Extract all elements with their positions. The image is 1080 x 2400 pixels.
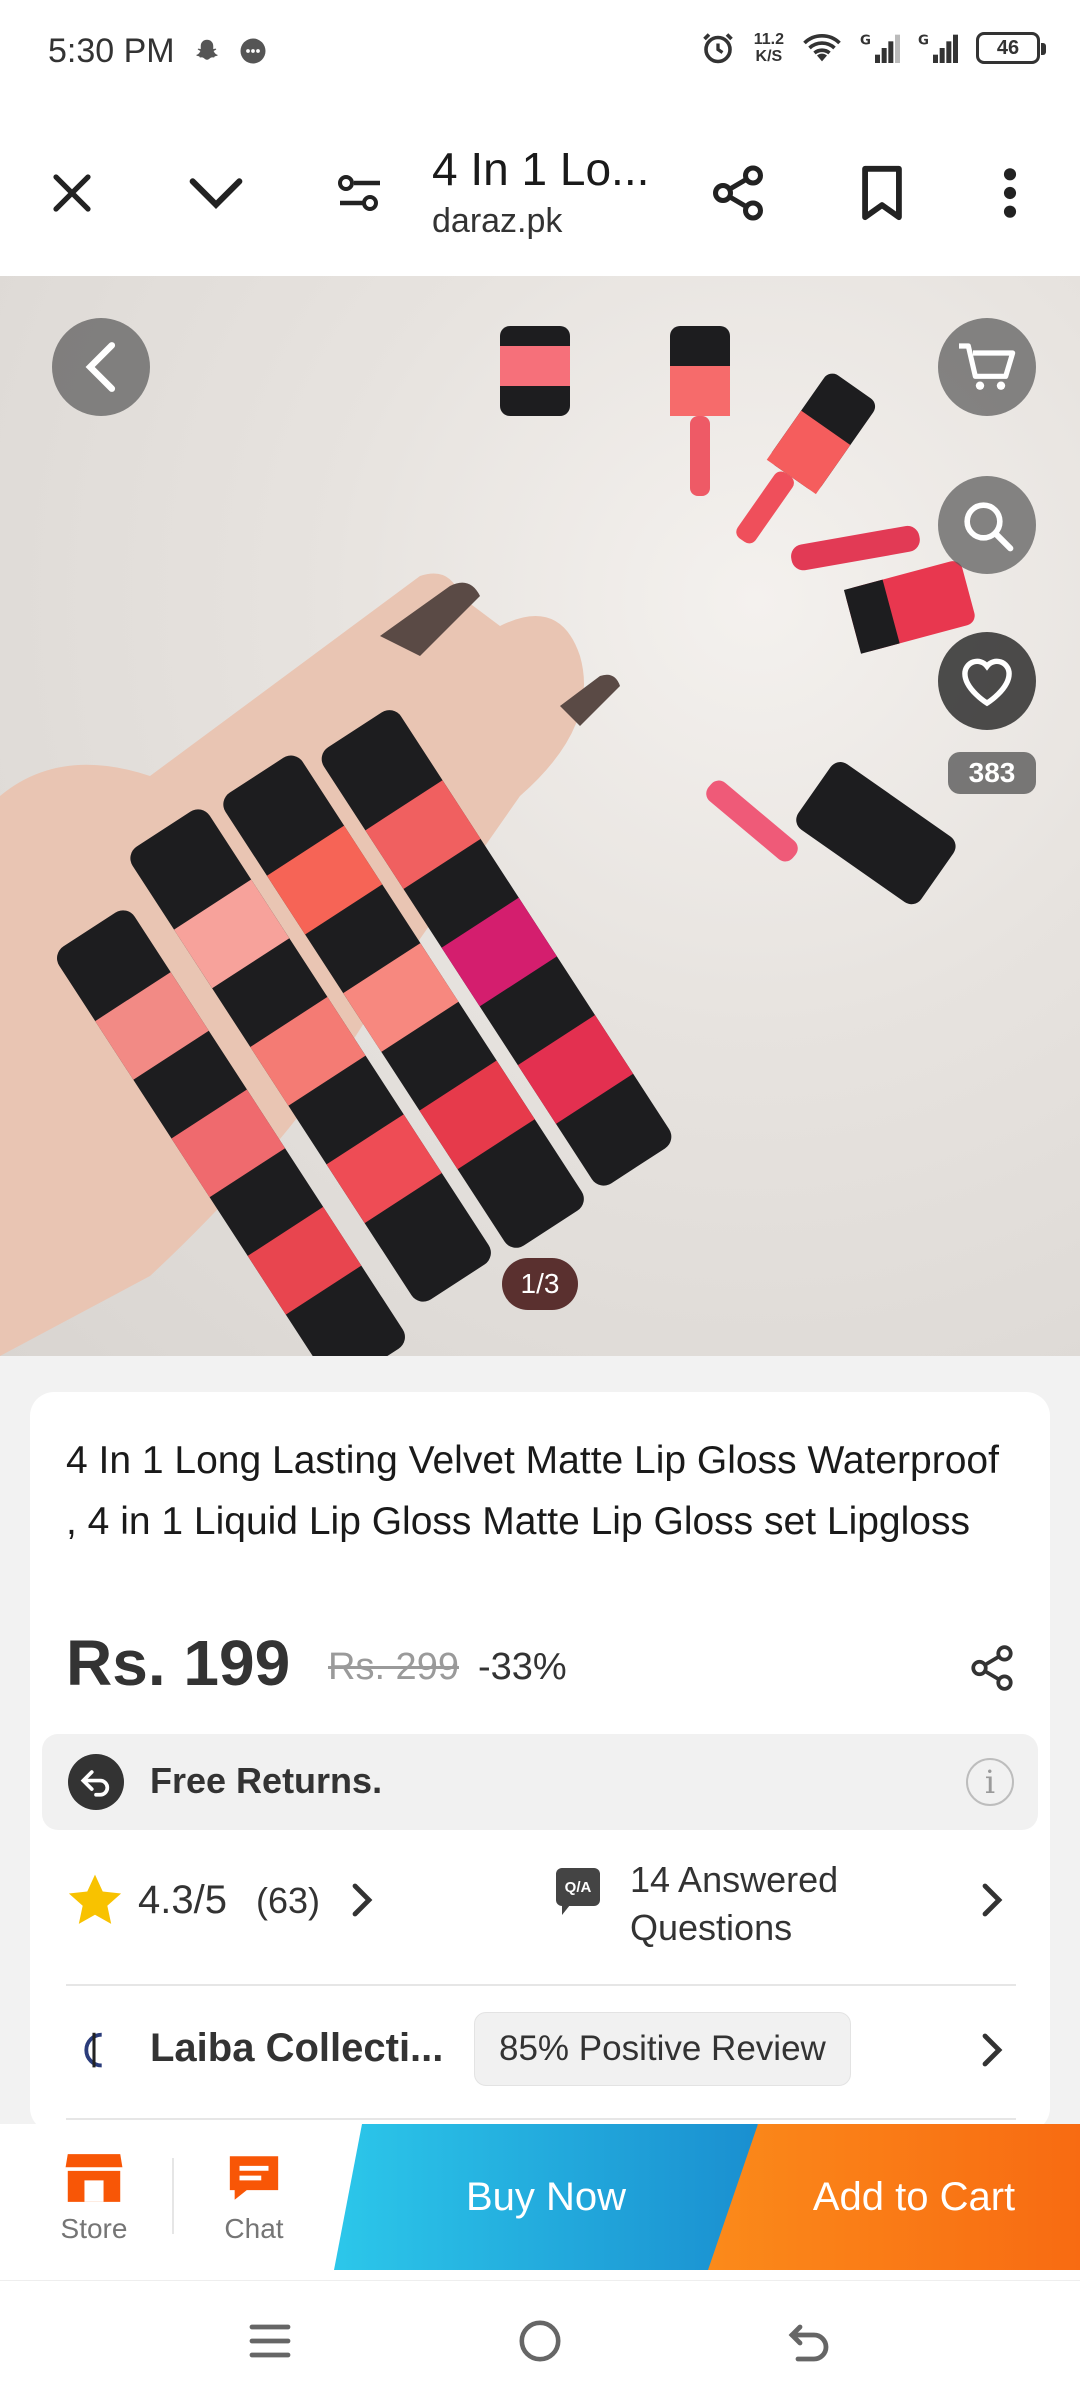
positive-review-badge: 85% Positive Review — [474, 2012, 851, 2086]
divider — [66, 1984, 1016, 1986]
seller-logo — [66, 2024, 122, 2080]
signal-icon: G — [860, 34, 900, 63]
site-settings-button[interactable] — [320, 153, 400, 233]
more-vert-icon — [1003, 168, 1017, 218]
cart-icon — [959, 343, 1016, 390]
svg-text:G: G — [918, 34, 929, 49]
product-price: Rs. 199 — [66, 1627, 291, 1699]
chevron-right-icon[interactable] — [976, 2030, 1006, 2070]
battery-icon: 46 — [976, 32, 1046, 64]
seller-row[interactable]: Laiba Collecti... 85% Positive Review — [66, 2000, 1026, 2100]
discount-percent: -33% — [478, 1646, 567, 1688]
free-returns-banner[interactable]: Free Returns. i — [42, 1734, 1038, 1830]
store-button[interactable]: Store — [24, 2124, 164, 2270]
close-icon — [53, 174, 91, 212]
chevron-right-icon[interactable] — [976, 1880, 1006, 1920]
collapse-button[interactable] — [176, 153, 256, 233]
info-icon[interactable]: i — [966, 1758, 1014, 1806]
status-time: 5:30 PM — [48, 32, 175, 70]
more-options-button[interactable] — [970, 153, 1050, 233]
close-button[interactable] — [32, 153, 112, 233]
product-photo — [0, 326, 975, 1356]
return-icon — [68, 1754, 124, 1810]
battery-level: 46 — [996, 36, 1020, 59]
store-icon — [65, 2154, 123, 2202]
status-bar: 5:30 PM 11.2 K/S G G 46 — [0, 0, 1080, 110]
gallery-back-button[interactable] — [52, 318, 150, 416]
share-button[interactable] — [698, 153, 778, 233]
divider — [66, 2118, 1016, 2120]
bookmark-button[interactable] — [842, 153, 922, 233]
star-icon — [68, 1874, 122, 1924]
back-button[interactable] — [780, 2311, 840, 2371]
page-title-block[interactable]: 4 In 1 Lo... daraz.pk — [432, 142, 672, 241]
free-returns-label: Free Returns. — [150, 1760, 383, 1801]
recent-apps-button[interactable] — [240, 2311, 300, 2371]
wifi-icon — [803, 34, 841, 62]
favorite-button[interactable] — [938, 632, 1036, 730]
back-arrow-icon — [85, 342, 116, 392]
buy-now-button[interactable]: Buy Now — [334, 2124, 758, 2270]
chevron-right-icon[interactable] — [346, 1880, 376, 1920]
image-page-indicator: 1/3 — [502, 1258, 578, 1310]
like-count: 383 — [948, 752, 1036, 794]
gallery-cart-button[interactable] — [938, 318, 1036, 416]
store-label: Store — [60, 2213, 128, 2244]
chat-bubble-icon — [240, 38, 266, 64]
answered-questions[interactable]: 14 Answered Questions — [630, 1856, 890, 1952]
net-speed: 11.2 K/S — [754, 31, 784, 65]
seller-name: Laiba Collecti... — [150, 2026, 444, 2070]
heart-icon — [962, 658, 1012, 707]
page-domain: daraz.pk — [432, 202, 563, 240]
home-button[interactable] — [510, 2311, 570, 2371]
bookmark-icon — [862, 165, 902, 221]
back-icon — [788, 2324, 829, 2362]
net-speed-unit: K/S — [755, 48, 783, 65]
system-nav-bar — [0, 2280, 1080, 2400]
search-icon — [964, 502, 1014, 552]
snapchat-icon — [196, 39, 218, 60]
gallery-search-button[interactable] — [938, 476, 1036, 574]
status-right: 11.2 K/S G G 46 — [700, 30, 1046, 66]
net-speed-value: 11.2 — [753, 31, 784, 48]
chevron-down-icon — [189, 178, 243, 209]
home-circle-icon — [519, 2320, 561, 2362]
product-image-gallery[interactable]: 383 1/3 — [0, 276, 1080, 1356]
original-price: Rs. 299 — [328, 1646, 459, 1688]
alarm-icon — [702, 33, 733, 64]
browser-top-bar: 4 In 1 Lo... daraz.pk — [0, 110, 1080, 276]
rating-qa-row: 4.3/5 (63) Q/A 14 Answered Questions — [66, 1850, 1026, 1970]
site-settings-icon — [338, 175, 380, 211]
share-icon — [971, 1645, 1013, 1691]
product-title: 4 In 1 Long Lasting Velvet Matte Lip Glo… — [66, 1439, 999, 1543]
chat-label: Chat — [224, 2213, 284, 2244]
page-title: 4 In 1 Lo... — [432, 143, 650, 195]
qa-icon: Q/A — [556, 1868, 600, 1915]
rating-count[interactable]: (63) — [256, 1880, 320, 1922]
add-to-cart-button[interactable]: Add to Cart — [708, 2124, 1080, 2270]
rating-value[interactable]: 4.3/5 — [138, 1878, 227, 1923]
share-icon — [713, 165, 763, 221]
svg-text:G: G — [860, 34, 871, 49]
menu-icon — [249, 2324, 291, 2358]
chat-icon — [229, 2156, 279, 2200]
chat-button[interactable]: Chat — [184, 2124, 324, 2270]
separator — [172, 2158, 174, 2234]
signal-icon: G — [918, 34, 958, 63]
product-share-button[interactable] — [960, 1636, 1024, 1700]
